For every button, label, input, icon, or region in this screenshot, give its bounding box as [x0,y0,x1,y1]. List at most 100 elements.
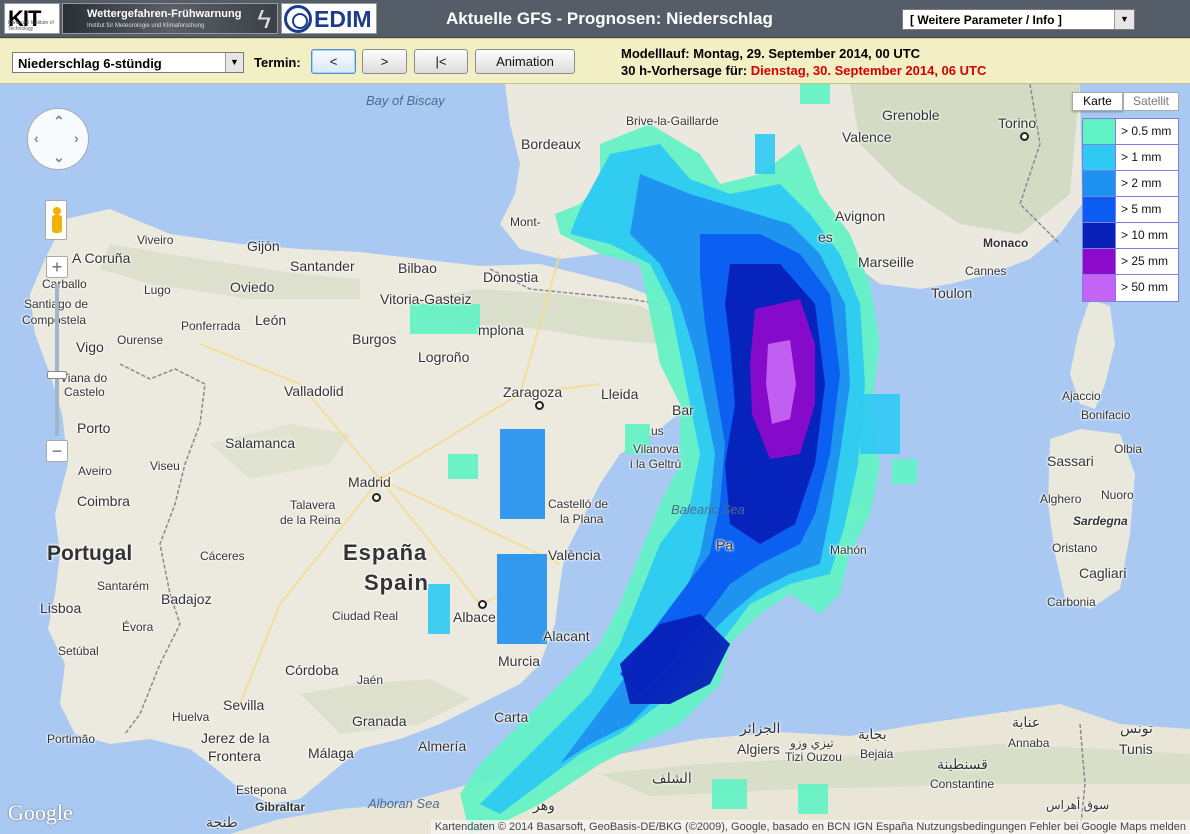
legend-label: > 5 mm [1121,202,1162,216]
pan-down-icon[interactable]: ⌄ [53,149,65,166]
label-monaco: Monaco [983,236,1029,250]
city-dot-torino [1020,132,1029,141]
label-viveiro: Viveiro [137,233,174,247]
street-view-icon[interactable] [45,200,67,240]
label-annaba-ar: عنابة [1012,714,1041,730]
label-madrid: Madrid [348,474,391,490]
legend-row: > 1 mm [1083,145,1178,171]
label-tizi: Tizi Ouzou [785,750,842,764]
legend-swatch [1083,223,1116,248]
warning-logo-subtitle: Institut für Meteorologie und Klimaforsc… [87,23,205,29]
zoom-slider-thumb[interactable] [47,371,67,379]
label-avignon: Avignon [835,208,886,224]
cedim-logo[interactable]: EDIM [281,3,377,34]
kit-logo-subtitle: Karlsruhe Institute of Technology [8,20,54,32]
label-lisboa: Lisboa [40,600,82,616]
label-mont: Mont- [510,215,541,229]
label-oristano: Oristano [1052,541,1098,555]
label-pa: Pa [716,537,734,553]
warning-logo[interactable]: Wettergefahren-Frühwarnung Institut für … [62,3,278,34]
zoom-out-button[interactable]: − [46,440,68,462]
label-carbonia: Carbonia [1047,595,1096,609]
legend-label: > 25 mm [1121,254,1169,268]
product-select[interactable]: Niederschlag 6-stündig ▼ [12,52,244,73]
maptype-map-button[interactable]: Karte [1072,92,1123,111]
zoom-slider-track[interactable] [55,284,59,436]
label-cannes: Cannes [965,264,1007,278]
label-portimao: Portimão [47,732,96,746]
label-estepona: Estepona [236,783,287,797]
previous-button[interactable]: < [311,49,356,74]
chevron-down-icon[interactable]: ▼ [1114,10,1134,29]
label-tizi-ar: تيزي وزو [790,736,834,750]
label-bejaia: Bejaia [860,747,894,761]
label-constantine: Constantine [930,777,995,791]
label-alicant: Alacant [543,628,590,644]
legend-label: > 50 mm [1121,280,1169,294]
legend-label: > 1 mm [1121,150,1162,164]
pan-up-icon[interactable]: ⌃ [53,113,65,130]
pan-right-icon[interactable]: › [74,130,79,146]
label-alghero: Alghero [1040,492,1082,506]
label-huelva: Huelva [172,710,210,724]
kit-logo[interactable]: KIT Karlsruhe Institute of Technology [4,3,60,34]
label-salamanca: Salamanca [225,435,296,451]
cedim-ring-icon [284,5,312,33]
label-badajoz: Badajoz [161,591,212,607]
animation-button[interactable]: Animation [475,49,575,74]
label-marseille: Marseille [858,254,915,270]
label-olbia: Olbia [1114,442,1143,456]
label-us: us [651,424,664,438]
first-button[interactable]: |< [414,49,468,74]
maptype-satellite-button[interactable]: Satellit [1123,92,1179,111]
city-dot-albacete [478,600,487,609]
label-algiers-ar: الجزائر [740,720,781,736]
label-donostia: Donostia [483,269,539,285]
model-run-text: Modelllauf: Montag, 29. September 2014, … [621,46,921,61]
label-vitoria: Vitoria-Gasteiz [380,291,472,307]
label-annaba: Annaba [1008,736,1050,750]
label-espana: España [343,540,428,565]
label-mahon: Mahón [830,543,867,557]
legend-row: > 0.5 mm [1083,119,1178,145]
chevron-down-icon[interactable]: ▼ [225,53,243,72]
pan-left-icon[interactable]: ‹ [34,130,39,146]
precip-cell [448,454,478,479]
label-tangier-ar: طنجة [206,814,238,830]
precip-cell [497,554,547,644]
label-brive: Brive-la-Gaillarde [626,114,719,128]
label-oviedo: Oviedo [230,279,275,295]
zoom-in-button[interactable]: + [46,256,68,278]
label-lleida: Lleida [601,386,639,402]
map-canvas[interactable]: Bay of Biscay Bordeaux Brive-la-Gaillard… [0,84,1190,834]
label-castelo: Castelo [64,385,105,399]
legend-label: > 2 mm [1121,176,1162,190]
label-ciudad-real: Ciudad Real [332,609,399,623]
label-jerez: Jerez de la [201,730,270,746]
cedim-logo-text: EDIM [314,6,372,32]
map-attribution[interactable]: Kartendaten © 2014 Basarsoft, GeoBasis-D… [430,820,1190,834]
legend-row: > 50 mm [1083,275,1178,301]
legend-row: > 10 mm [1083,223,1178,249]
google-logo[interactable]: Google [8,800,73,826]
label-spain: Spain [364,570,429,595]
precip-cell [800,84,830,104]
label-bay-of-biscay: Bay of Biscay [366,93,445,108]
label-bejaia-ar: بجاية [858,726,887,742]
label-jaen: Jaén [357,673,384,687]
label-viseu: Viseu [150,459,180,473]
label-carta: Carta [494,709,529,725]
label-tunis: Tunis [1119,741,1153,757]
label-algiers: Algiers [737,741,780,757]
label-viana: Viana do [60,371,108,385]
label-santander: Santander [290,258,355,274]
legend-row: > 2 mm [1083,171,1178,197]
label-setubal: Setúbal [58,644,99,658]
label-bar: Bar [672,402,694,418]
label-bilbao: Bilbao [398,260,437,276]
next-button[interactable]: > [362,49,407,74]
pan-control[interactable]: ⌃ ⌄ ‹ › [27,108,89,170]
parameter-select[interactable]: [ Weitere Parameter / Info ] ▼ [902,9,1135,30]
label-chlef-ar: الشلف [652,770,692,786]
label-leon: León [255,312,287,328]
